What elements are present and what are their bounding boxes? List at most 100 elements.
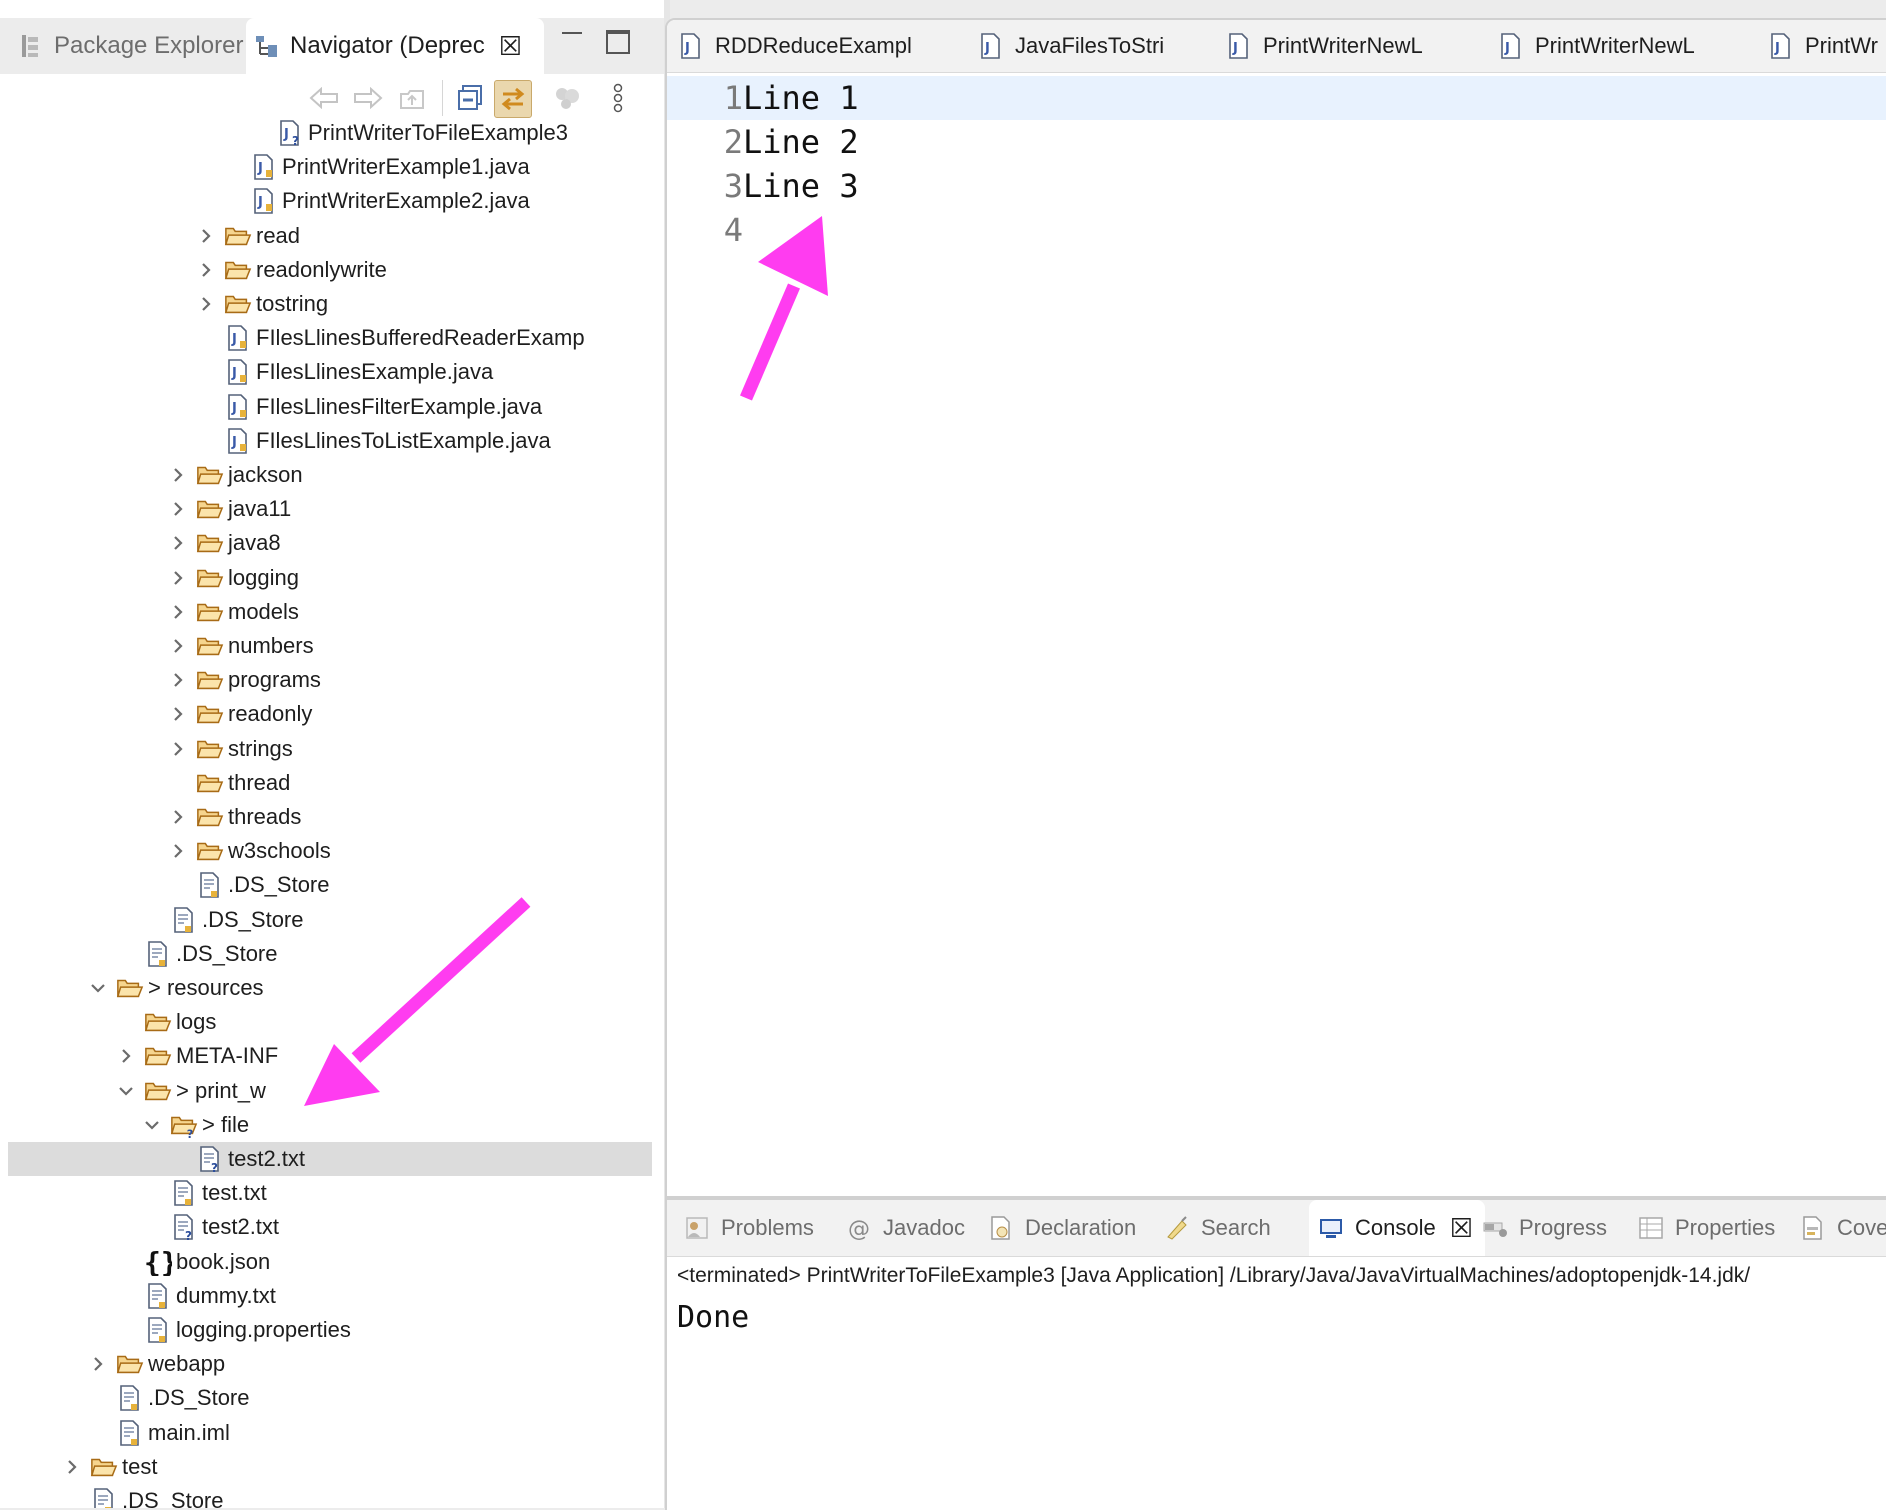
tree-row[interactable]: w3schools	[8, 834, 652, 868]
tree-row[interactable]: jackson	[8, 458, 652, 492]
tree-item-label: .DS_Store	[176, 941, 278, 966]
chevron-down-icon[interactable]	[88, 978, 108, 998]
tree-row[interactable]: J? PrintWriterToFileExample3	[8, 116, 652, 150]
tree-row[interactable]: J PrintWriterExample2.java	[8, 184, 652, 218]
tree-row[interactable]: logging	[8, 561, 652, 595]
chevron-right-icon[interactable]	[62, 1457, 82, 1477]
minimize-icon[interactable]	[562, 32, 582, 38]
tree-row[interactable]: dummy.txt	[8, 1279, 652, 1313]
code-line[interactable]: 1 Line 1	[667, 76, 1886, 120]
chevron-right-icon[interactable]	[168, 602, 188, 622]
bottom-tab-progress[interactable]: Progress	[1473, 1200, 1619, 1256]
console-output[interactable]: Done	[677, 1300, 749, 1335]
link-with-editor-icon[interactable]	[494, 80, 532, 118]
chevron-right-icon[interactable]	[168, 499, 188, 519]
tree-row[interactable]: java11	[8, 492, 652, 526]
chevron-right-icon[interactable]	[196, 226, 216, 246]
tree-row[interactable]: programs	[8, 663, 652, 697]
chevron-right-icon[interactable]	[88, 1354, 108, 1374]
tree-row[interactable]: > resources	[8, 971, 652, 1005]
editor-tab[interactable]: J PrintWr	[1769, 20, 1878, 72]
tree-row[interactable]: test	[8, 1450, 652, 1484]
bottom-tab-properties[interactable]: Properties	[1629, 1200, 1787, 1256]
editor-tab[interactable]: J PrintWriterNewL	[1499, 20, 1695, 72]
bottom-tab-label: Properties	[1675, 1215, 1776, 1240]
tree-row[interactable]: webapp	[8, 1347, 652, 1381]
filters-icon[interactable]	[550, 80, 586, 116]
bottom-tab-problems[interactable]: Problems	[675, 1200, 826, 1256]
tree-row[interactable]: readonlywrite	[8, 253, 652, 287]
tree-row[interactable]: numbers	[8, 629, 652, 663]
tree-row[interactable]: > print_w	[8, 1074, 652, 1108]
chevron-right-icon[interactable]	[168, 704, 188, 724]
text-file-icon	[144, 1282, 172, 1310]
bottom-tab-cove[interactable]: Cove	[1791, 1200, 1886, 1256]
tree-row[interactable]: META-INF	[8, 1039, 652, 1073]
tree-row[interactable]: J PrintWriterExample1.java	[8, 150, 652, 184]
chevron-right-icon[interactable]	[168, 807, 188, 827]
bottom-tab-console[interactable]: Console ☒	[1309, 1200, 1486, 1256]
close-icon[interactable]: ☒	[499, 31, 522, 62]
forward-arrow-icon[interactable]	[350, 80, 386, 116]
tree-row[interactable]: .DS_Store	[8, 1484, 652, 1508]
bottom-tab-javadoc[interactable]: @ Javadoc	[837, 1200, 977, 1256]
tree-row[interactable]: J FIlesLlinesToListExample.java	[8, 424, 652, 458]
back-arrow-icon[interactable]	[306, 80, 342, 116]
bottom-tab-search[interactable]: Search	[1155, 1200, 1283, 1256]
tree-row[interactable]: J FIlesLlinesFilterExample.java	[8, 390, 652, 424]
maximize-icon[interactable]	[606, 30, 630, 54]
tree-row[interactable]: ? test2.txt	[8, 1210, 652, 1244]
editor-tab-label: PrintWriterNewL	[1535, 33, 1695, 58]
java-file-icon: J	[1499, 32, 1523, 60]
tree-row[interactable]: readonly	[8, 697, 652, 731]
tree-row[interactable]: ? test2.txt	[8, 1142, 652, 1176]
editor-tab[interactable]: J RDDReduceExampl	[679, 20, 912, 72]
tree-row[interactable]: logs	[8, 1005, 652, 1039]
view-menu-icon[interactable]	[600, 80, 636, 116]
tree-row[interactable]: strings	[8, 732, 652, 766]
code-line[interactable]: 3 Line 3	[667, 164, 1886, 208]
tab-navigator[interactable]: Navigator (Deprec ☒	[246, 18, 544, 74]
chevron-down-icon[interactable]	[142, 1115, 162, 1135]
collapse-all-icon[interactable]	[452, 80, 488, 116]
tree-row[interactable]: .DS_Store	[8, 937, 652, 971]
folder-icon	[224, 290, 252, 318]
tab-package-explorer[interactable]: Package Explorer	[10, 18, 248, 74]
chevron-right-icon[interactable]	[168, 670, 188, 690]
chevron-right-icon[interactable]	[168, 739, 188, 759]
code-line[interactable]: 2 Line 2	[667, 120, 1886, 164]
chevron-right-icon[interactable]	[168, 465, 188, 485]
tree-row[interactable]: thread	[8, 766, 652, 800]
chevron-right-icon[interactable]	[168, 841, 188, 861]
tree-row[interactable]: .DS_Store	[8, 868, 652, 902]
editor-tab[interactable]: J PrintWriterNewL	[1227, 20, 1423, 72]
tree-row[interactable]: .DS_Store	[8, 903, 652, 937]
tree-row[interactable]: logging.properties	[8, 1313, 652, 1347]
chevron-right-icon[interactable]	[196, 294, 216, 314]
tree-row[interactable]: ? > file	[8, 1108, 652, 1142]
tree-row[interactable]: J FIlesLlinesBufferedReaderExamp	[8, 321, 652, 355]
tree-row[interactable]: {}book.json	[8, 1245, 652, 1279]
chevron-right-icon[interactable]	[168, 636, 188, 656]
tree-row[interactable]: .DS_Store	[8, 1381, 652, 1415]
tree-row[interactable]: threads	[8, 800, 652, 834]
tree-row[interactable]: main.iml	[8, 1416, 652, 1450]
chevron-right-icon[interactable]	[168, 568, 188, 588]
code-line[interactable]: 4	[667, 208, 1886, 252]
chevron-right-icon[interactable]	[196, 260, 216, 280]
tree-row[interactable]: tostring	[8, 287, 652, 321]
bottom-panel: Problems @ Javadoc Declaration Search Console…	[665, 1198, 1886, 1510]
tree-row[interactable]: J FIlesLlinesExample.java	[8, 355, 652, 389]
editor-tab[interactable]: J JavaFilesToStri	[979, 20, 1164, 72]
bottom-tab-declaration[interactable]: Declaration	[979, 1200, 1148, 1256]
chevron-down-icon[interactable]	[116, 1081, 136, 1101]
tree-row[interactable]: models	[8, 595, 652, 629]
chevron-right-icon[interactable]	[168, 533, 188, 553]
tree-row[interactable]: java8	[8, 526, 652, 560]
java-file-icon: J	[224, 427, 252, 455]
chevron-right-icon[interactable]	[116, 1046, 136, 1066]
close-icon[interactable]: ☒	[1450, 1213, 1473, 1244]
tree-row[interactable]: read	[8, 219, 652, 253]
up-folder-icon[interactable]	[394, 80, 430, 116]
tree-row[interactable]: test.txt	[8, 1176, 652, 1210]
